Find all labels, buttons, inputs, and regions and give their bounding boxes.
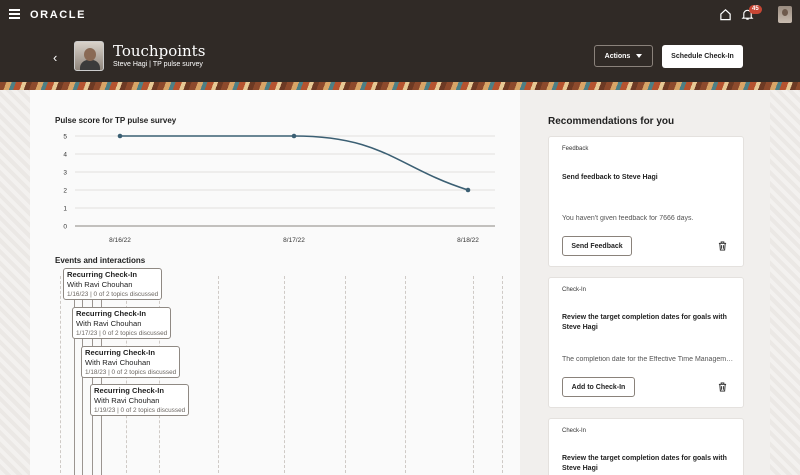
- main-panel: Pulse score for TP pulse survey 0 1 2 3 4 5 8/…: [30, 90, 520, 475]
- background-texture-left: [0, 90, 30, 475]
- y-tick-label: 2: [63, 188, 67, 195]
- y-tick-label: 4: [63, 152, 67, 159]
- event-title: Recurring Check-In: [67, 270, 138, 279]
- y-tick-label: 1: [63, 206, 67, 213]
- home-icon[interactable]: [719, 8, 732, 21]
- chart-title: Pulse score for TP pulse survey: [55, 116, 177, 125]
- data-point: [465, 187, 471, 193]
- timeline-gridline: [473, 276, 474, 475]
- event-with: With Ravi Chouhan: [94, 396, 160, 405]
- page-subtitle: Steve Hagi | TP pulse survey: [113, 61, 203, 68]
- x-tick-label: 8/18/22: [457, 237, 479, 244]
- timeline-gridline: [60, 276, 61, 475]
- x-tick-label: 8/16/22: [109, 237, 131, 244]
- page-title: Touchpoints: [113, 42, 206, 60]
- timeline-gridline: [405, 276, 406, 475]
- events-title: Events and interactions: [55, 256, 146, 265]
- recommendation-card-checkin: Check-In Review the target completion da…: [548, 277, 744, 408]
- background-texture-right: [770, 90, 800, 475]
- actions-button[interactable]: Actions: [594, 45, 653, 67]
- event-card[interactable]: Recurring Check-In With Ravi Chouhan 1/17/…: [72, 307, 172, 339]
- card-description: You haven't given feedback for 7666 days…: [562, 215, 694, 222]
- event-with: With Ravi Chouhan: [85, 358, 151, 367]
- y-tick-label: 3: [63, 170, 67, 177]
- hamburger-menu-icon[interactable]: [9, 9, 20, 19]
- event-meta: 1/18/23 | 0 of 2 topics discussed: [85, 369, 177, 376]
- y-tick-label: 5: [63, 134, 67, 141]
- y-tick-label: 0: [63, 224, 67, 231]
- add-to-check-in-button[interactable]: Add to Check-In: [562, 377, 635, 397]
- card-title: Review the target completion dates for g…: [562, 314, 727, 331]
- timeline-gridline: [345, 276, 346, 475]
- recommendations-title: Recommendations for you: [548, 116, 675, 127]
- card-category: Check-In: [562, 287, 587, 293]
- event-meta: 1/17/23 | 0 of 2 topics discussed: [76, 330, 168, 337]
- event-title: Recurring Check-In: [76, 309, 147, 318]
- event-with: With Ravi Chouhan: [67, 280, 133, 289]
- events-timeline: Recurring Check-In With Ravi Chouhan 1/16/…: [55, 268, 515, 475]
- event-meta: 1/16/23 | 0 of 2 topics discussed: [67, 291, 159, 298]
- card-category: Feedback: [562, 146, 589, 152]
- event-with: With Ravi Chouhan: [76, 319, 142, 328]
- timeline-gridline: [218, 276, 219, 475]
- oracle-logo[interactable]: ORACLE: [30, 9, 86, 21]
- person-photo: [74, 41, 104, 71]
- caret-down-icon: [636, 54, 643, 58]
- timeline-gridline: [284, 276, 285, 475]
- recommendations-panel: Recommendations for you Feedback Send fe…: [520, 90, 770, 475]
- data-point: [117, 133, 123, 139]
- card-category: Check-In: [562, 428, 587, 434]
- event-card[interactable]: Recurring Check-In With Ravi Chouhan 1/16/…: [63, 268, 163, 300]
- event-meta: 1/19/23 | 0 of 2 topics discussed: [94, 407, 186, 414]
- card-title: Send feedback to Steve Hagi: [562, 174, 658, 181]
- notification-badge: 45: [749, 5, 762, 14]
- trash-icon[interactable]: [718, 382, 727, 392]
- data-point: [291, 133, 297, 139]
- top-bar: ORACLE 45: [0, 0, 800, 30]
- event-title: Recurring Check-In: [94, 386, 165, 395]
- trash-icon[interactable]: [718, 241, 727, 251]
- card-title: Review the target completion dates for g…: [562, 455, 727, 472]
- send-feedback-button[interactable]: Send Feedback: [562, 236, 632, 256]
- decorative-pattern-band: [0, 82, 800, 90]
- back-chevron-icon[interactable]: ‹: [53, 50, 57, 65]
- recommendation-card-checkin-2: Check-In Review the target completion da…: [548, 418, 744, 475]
- event-title: Recurring Check-In: [85, 348, 156, 357]
- card-description: The completion date for the Effective Ti…: [562, 356, 734, 363]
- series-line: [120, 135, 469, 191]
- recommendation-card-feedback: Feedback Send feedback to Steve Hagi You…: [548, 136, 744, 267]
- event-card[interactable]: Recurring Check-In With Ravi Chouhan 1/19/…: [90, 384, 190, 416]
- user-avatar[interactable]: [778, 6, 792, 23]
- actions-button-label: Actions: [604, 52, 631, 60]
- timeline-gridline: [502, 276, 503, 475]
- event-card[interactable]: Recurring Check-In With Ravi Chouhan 1/18/…: [81, 346, 181, 378]
- schedule-check-in-button[interactable]: Schedule Check-In: [662, 45, 743, 68]
- pulse-score-chart: 0 1 2 3 4 5 8/16/22 8/17/22 8/18/22: [63, 133, 495, 244]
- x-tick-label: 8/17/22: [283, 237, 305, 244]
